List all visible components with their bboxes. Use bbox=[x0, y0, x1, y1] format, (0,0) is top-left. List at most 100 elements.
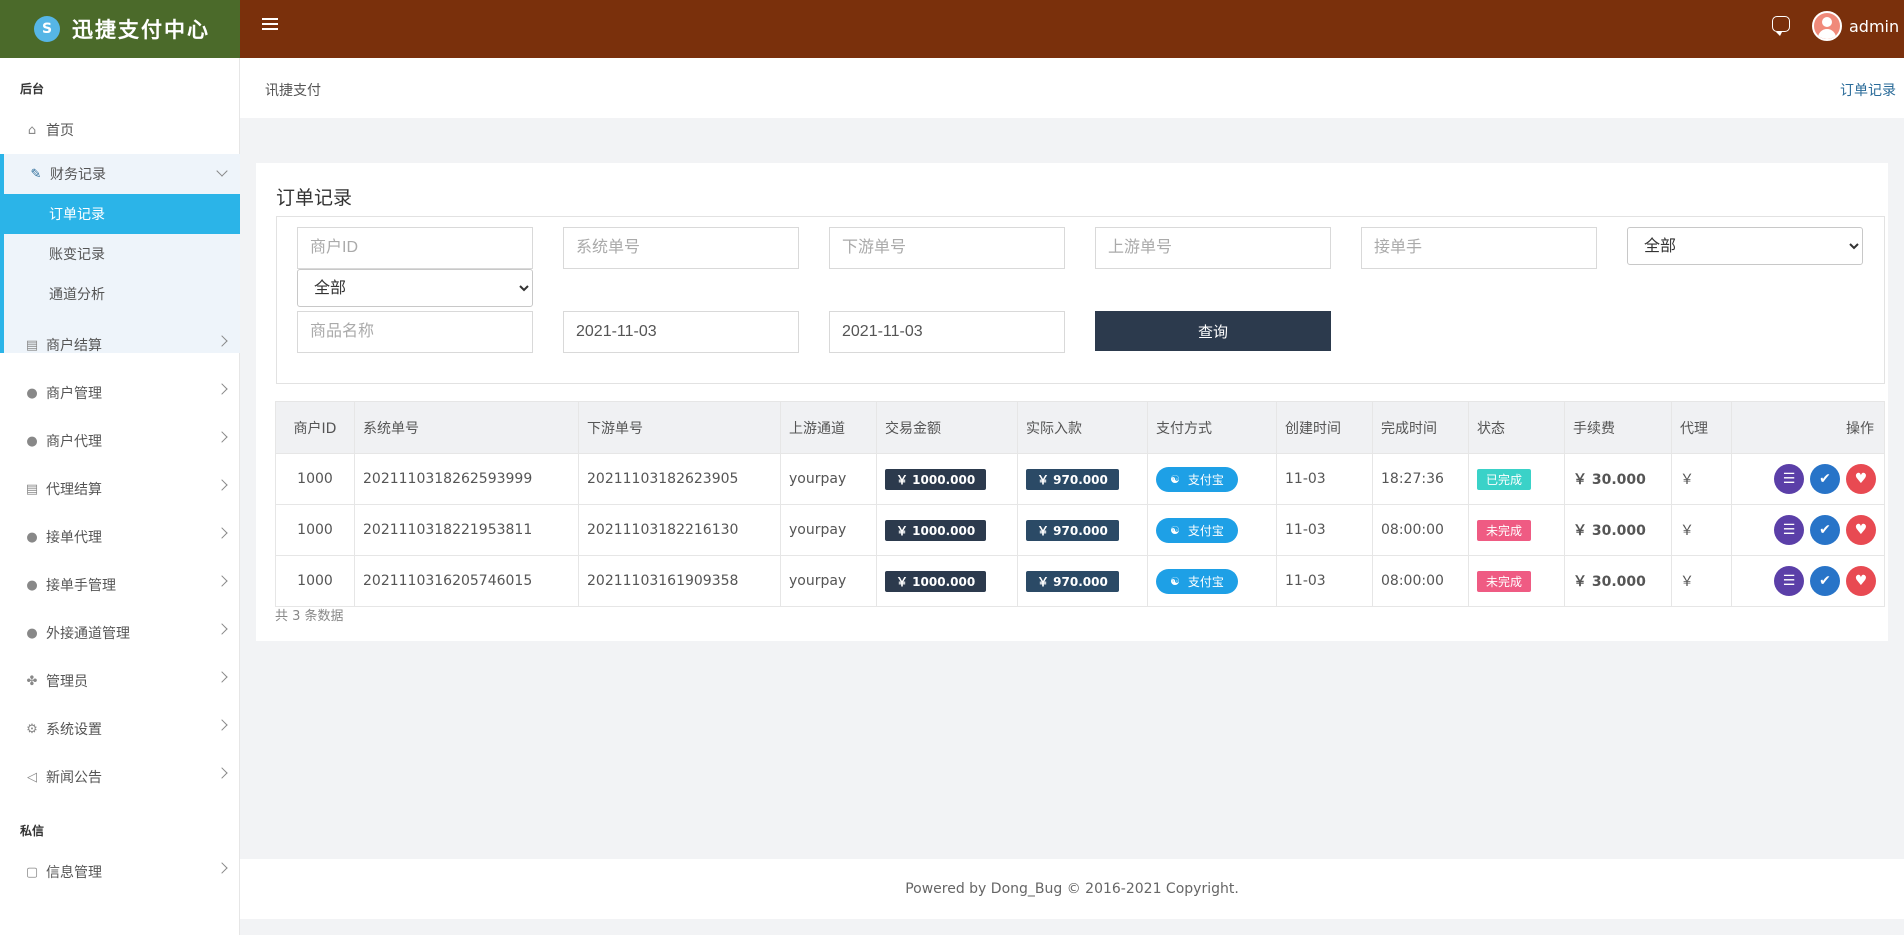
sidebar-item-agent-settlement[interactable]: ▤ 代理结算 bbox=[0, 465, 240, 513]
column-header[interactable]: 上游通道 bbox=[780, 401, 877, 454]
chevron-right-icon bbox=[216, 575, 228, 587]
sidebar-item-home[interactable]: ⌂ 首页 bbox=[0, 106, 240, 154]
chevron-right-icon bbox=[216, 623, 228, 635]
sidebar-item-label: 外接通道管理 bbox=[46, 626, 130, 642]
breadcrumb-home[interactable]: 讯捷支付 bbox=[265, 80, 321, 100]
fee-value: ￥ 30.000 bbox=[1573, 523, 1646, 539]
pay-method-cell: ☯ 支付宝 bbox=[1147, 453, 1277, 505]
order-table: 商户ID 系统单号 下游单号 上游通道 交易金额 实际入款 支付方式 创建时间 … bbox=[275, 401, 1885, 607]
column-header[interactable]: 交易金额 bbox=[876, 401, 1018, 454]
actual-cell: ￥ 970.000 bbox=[1017, 555, 1148, 607]
sidebar-sub-account-changes[interactable]: 账变记录 bbox=[4, 234, 240, 274]
sidebar-item-news[interactable]: ◁ 新闻公告 bbox=[0, 753, 240, 801]
heart-icon[interactable]: ♥ bbox=[1846, 566, 1876, 596]
sidebar-sub-order-records[interactable]: 订单记录 bbox=[4, 194, 240, 234]
status-badge: 未完成 bbox=[1477, 519, 1532, 541]
column-header[interactable]: 手续费 bbox=[1564, 401, 1672, 454]
upstream-no-input[interactable] bbox=[1095, 227, 1331, 269]
list-icon[interactable]: ☰ bbox=[1774, 464, 1804, 494]
pay-method-label: 支付宝 bbox=[1187, 574, 1224, 589]
menu-toggle-icon[interactable] bbox=[262, 18, 278, 32]
heart-icon[interactable]: ♥ bbox=[1846, 464, 1876, 494]
chevron-right-icon bbox=[216, 719, 228, 731]
created-cell: 11-03 bbox=[1276, 555, 1373, 607]
end-date-input[interactable] bbox=[829, 311, 1065, 353]
amount-badge: ￥ 1000.000 bbox=[885, 519, 987, 541]
check-icon[interactable]: ✔ bbox=[1810, 464, 1840, 494]
downstream-no-cell: 20211103182216130 bbox=[578, 504, 781, 556]
pay-method-cell: ☯ 支付宝 bbox=[1147, 555, 1277, 607]
list-icon[interactable]: ☰ bbox=[1774, 515, 1804, 545]
amount-badge: ￥ 1000.000 bbox=[885, 468, 987, 490]
system-no-input[interactable] bbox=[563, 227, 799, 269]
chevron-right-icon bbox=[216, 383, 228, 395]
actions-cell: ☰ ✔ ♥ bbox=[1731, 555, 1885, 607]
sidebar-item-merchant-agent[interactable]: ● 商户代理 bbox=[0, 417, 240, 465]
user-menu[interactable]: admin bbox=[1812, 11, 1899, 41]
downstream-no-input[interactable] bbox=[829, 227, 1065, 269]
sidebar-item-finance[interactable]: ✎ 财务记录 bbox=[0, 154, 240, 194]
sidebar-item-order-agent[interactable]: ● 接单代理 bbox=[0, 513, 240, 561]
table-row: 1000 2021110316205746015 202111031619093… bbox=[275, 555, 1885, 607]
product-name-input[interactable] bbox=[297, 311, 533, 353]
column-header[interactable]: 实际入款 bbox=[1017, 401, 1148, 454]
breadcrumb-current[interactable]: 订单记录 bbox=[1840, 80, 1896, 100]
sidebar-item-merchant-settlement[interactable]: ▤ 商户结算 bbox=[0, 321, 240, 369]
list-icon[interactable]: ☰ bbox=[1774, 566, 1804, 596]
system-no-cell: 2021110316205746015 bbox=[354, 555, 579, 607]
logo-icon: S bbox=[34, 16, 60, 42]
amount-cell: ￥ 1000.000 bbox=[876, 453, 1018, 505]
receiver-input[interactable] bbox=[1361, 227, 1597, 269]
column-header[interactable]: 完成时间 bbox=[1372, 401, 1469, 454]
amount-cell: ￥ 1000.000 bbox=[876, 555, 1018, 607]
username: admin bbox=[1849, 16, 1900, 36]
downstream-no-cell: 20211103182623905 bbox=[578, 453, 781, 505]
check-icon[interactable]: ✔ bbox=[1810, 515, 1840, 545]
status-cell: 未完成 bbox=[1468, 555, 1565, 607]
query-button[interactable]: 查询 bbox=[1095, 311, 1331, 351]
sidebar-sub-channel-analysis[interactable]: 通道分析 bbox=[4, 274, 240, 314]
brand[interactable]: S 迅捷支付中心 bbox=[0, 0, 240, 58]
column-header[interactable]: 创建时间 bbox=[1276, 401, 1373, 454]
sidebar-item-system-settings[interactable]: ⚙ 系统设置 bbox=[0, 705, 240, 753]
channel-select[interactable]: 全部 bbox=[297, 269, 533, 307]
status-badge: 未完成 bbox=[1477, 570, 1532, 592]
agent-cell: ￥ bbox=[1671, 555, 1732, 607]
merchant-id-cell: 1000 bbox=[275, 555, 355, 607]
start-date-input[interactable] bbox=[563, 311, 799, 353]
merchant-id-input[interactable] bbox=[297, 227, 533, 269]
column-header[interactable]: 下游单号 bbox=[578, 401, 781, 454]
sidebar-item-label: 信息管理 bbox=[46, 865, 102, 881]
sidebar-item-label: 系统设置 bbox=[46, 722, 102, 738]
sidebar-item-receiver-management[interactable]: ● 接单手管理 bbox=[0, 561, 240, 609]
user-icon: ● bbox=[26, 433, 38, 449]
sidebar-item-external-channel[interactable]: ● 外接通道管理 bbox=[0, 609, 240, 657]
actual-badge: ￥ 970.000 bbox=[1026, 570, 1119, 592]
channel-cell: yourpay bbox=[780, 555, 877, 607]
column-header[interactable]: 商户ID bbox=[275, 401, 355, 454]
amount-badge: ￥ 1000.000 bbox=[885, 570, 987, 592]
column-header[interactable]: 状态 bbox=[1468, 401, 1565, 454]
chat-icon: ▢ bbox=[25, 864, 39, 880]
sidebar-item-messages[interactable]: ▢ 信息管理 bbox=[0, 848, 240, 896]
sidebar-item-label: 管理员 bbox=[46, 674, 88, 690]
column-header[interactable]: 代理 bbox=[1671, 401, 1732, 454]
column-header[interactable]: 支付方式 bbox=[1147, 401, 1277, 454]
actual-cell: ￥ 970.000 bbox=[1017, 453, 1148, 505]
finished-cell: 18:27:36 bbox=[1372, 453, 1469, 505]
pay-method-label: 支付宝 bbox=[1187, 472, 1224, 487]
chevron-right-icon bbox=[216, 431, 228, 443]
column-header[interactable]: 系统单号 bbox=[354, 401, 579, 454]
actions-cell: ☰ ✔ ♥ bbox=[1731, 453, 1885, 505]
check-icon[interactable]: ✔ bbox=[1810, 566, 1840, 596]
status-select[interactable]: 全部 bbox=[1627, 227, 1863, 265]
message-icon[interactable] bbox=[1772, 16, 1790, 36]
heart-icon[interactable]: ♥ bbox=[1846, 515, 1876, 545]
chevron-right-icon bbox=[216, 527, 228, 539]
sidebar-item-admin[interactable]: ✤ 管理员 bbox=[0, 657, 240, 705]
top-header: S 迅捷支付中心 admin bbox=[0, 0, 1904, 58]
alipay-icon: ☯ bbox=[1170, 574, 1180, 588]
fee-cell: ￥ 30.000 bbox=[1564, 453, 1672, 505]
sidebar-item-merchant-management[interactable]: ● 商户管理 bbox=[0, 369, 240, 417]
finished-cell: 08:00:00 bbox=[1372, 555, 1469, 607]
